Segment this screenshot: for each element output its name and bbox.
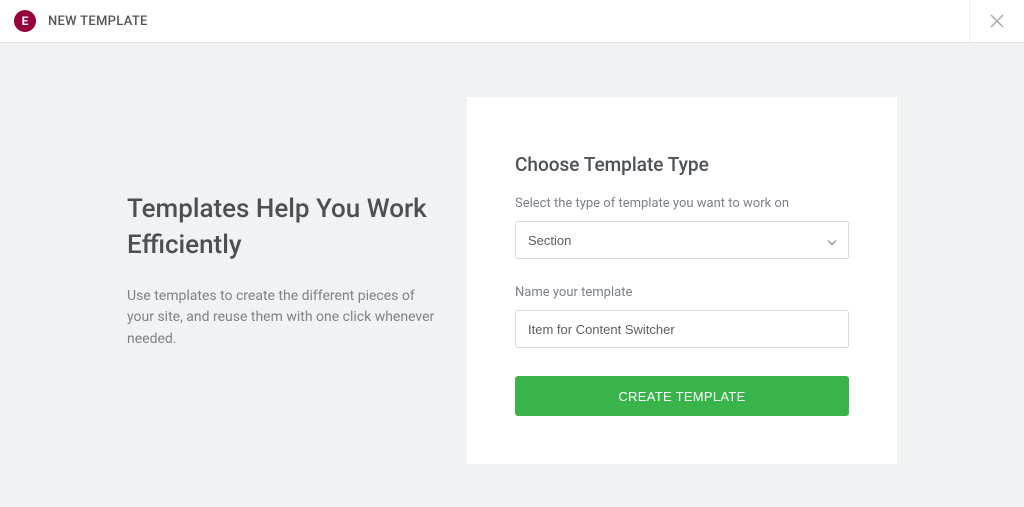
template-type-select-wrap: Section: [515, 221, 849, 259]
create-template-button[interactable]: CREATE TEMPLATE: [515, 376, 849, 416]
intro-panel: Templates Help You Work Efficiently Use …: [127, 97, 437, 464]
form-heading: Choose Template Type: [515, 153, 849, 176]
template-type-select[interactable]: Section: [515, 221, 849, 259]
form-panel: Choose Template Type Select the type of …: [467, 97, 897, 464]
elementor-logo-glyph: E: [22, 15, 29, 27]
modal-header: E NEW TEMPLATE: [0, 0, 1024, 43]
modal-title: NEW TEMPLATE: [48, 14, 148, 29]
close-button[interactable]: [984, 9, 1010, 35]
elementor-logo-icon: E: [14, 10, 36, 32]
intro-description: Use templates to create the different pi…: [127, 286, 437, 351]
template-type-label: Select the type of template you want to …: [515, 196, 849, 211]
template-name-input[interactable]: [515, 310, 849, 348]
close-button-wrap: [969, 0, 1024, 43]
modal-content: Templates Help You Work Efficiently Use …: [0, 43, 1024, 464]
intro-heading: Templates Help You Work Efficiently: [127, 191, 437, 264]
template-name-label: Name your template: [515, 285, 849, 300]
close-icon: [990, 12, 1004, 32]
